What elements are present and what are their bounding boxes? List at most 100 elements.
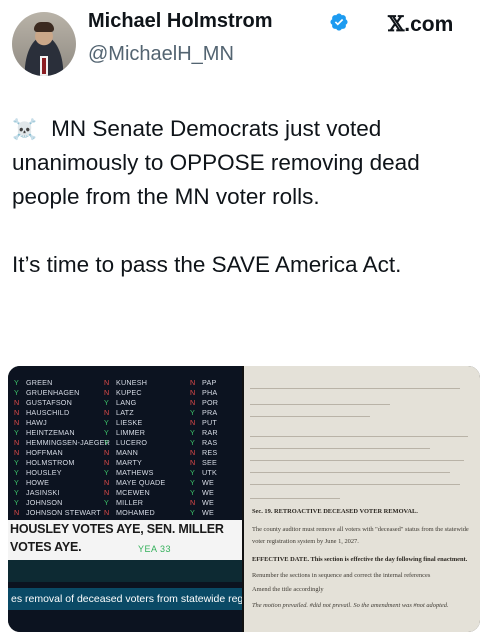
tweet-media[interactable]: Y GREEN Y GRUENHAGEN N GUSTAFSON N HAUSCHILD N HA…: [8, 366, 480, 632]
vote-mark: Y: [190, 488, 195, 497]
doc-line-2: The county auditor must remove all voter…: [252, 526, 469, 533]
vote-row: Y RAR: [190, 428, 218, 438]
vote-row: N HOFFMAN: [14, 448, 110, 458]
senator-name: SEE: [202, 458, 217, 467]
senator-name: HAUSCHILD: [26, 408, 70, 417]
senator-name: PUT: [202, 418, 217, 427]
vote-column-3: N PAP N PHA N POR Y PRA N PUT Y RAR Y RAS N RES N SEE Y UTK…: [190, 378, 218, 538]
vote-row: Y LIMMER: [104, 428, 165, 438]
senator-name: LANG: [116, 398, 137, 407]
vote-row: Y LIESKE: [104, 418, 165, 428]
senator-name: LIMMER: [116, 428, 146, 437]
x-logo: 𝕏.com: [388, 11, 453, 37]
doc-rule: [250, 388, 460, 389]
vote-row: Y HEINTZEMAN: [14, 428, 110, 438]
vote-row: Y MATHEWS: [104, 468, 165, 478]
vote-row: N SEE: [190, 458, 218, 468]
vote-mark: N: [190, 378, 196, 387]
vote-row: N PHA: [190, 388, 218, 398]
senator-name: HOWE: [26, 478, 50, 487]
vote-mark: Y: [190, 508, 195, 517]
senator-name: RAS: [202, 438, 218, 447]
senator-name: POR: [202, 398, 219, 407]
doc-rule: [250, 416, 370, 417]
vote-mark: N: [190, 448, 196, 457]
vote-mark: Y: [14, 458, 19, 467]
amendment-document-image[interactable]: Sec. 19. RETROACTIVE DECEASED VOTER REMO…: [244, 366, 480, 632]
vote-mark: N: [14, 408, 20, 417]
vote-mark: Y: [14, 488, 19, 497]
vote-row: N WE: [190, 498, 218, 508]
doc-rule: [250, 484, 460, 485]
vote-row: Y WE: [190, 488, 218, 498]
senator-name: KUNESH: [116, 378, 148, 387]
senator-name: GUSTAFSON: [26, 398, 72, 407]
vote-row: Y UTK: [190, 468, 218, 478]
vote-mark: Y: [14, 478, 19, 487]
tweet-paragraph-1-text: MN Senate Democrats just voted unanimous…: [12, 116, 420, 209]
x-glyph-icon: 𝕏: [388, 11, 405, 36]
vote-mark: N: [14, 398, 20, 407]
caption-line-1: HOUSLEY VOTES AYE, SEN. MILLER: [10, 522, 224, 536]
vote-mark: Y: [190, 478, 195, 487]
senator-name: PRA: [202, 408, 218, 417]
senator-name: RAR: [202, 428, 218, 437]
vote-mark: N: [14, 438, 20, 447]
vote-mark: Y: [104, 418, 109, 427]
avatar[interactable]: [12, 12, 76, 76]
senator-name: RES: [202, 448, 218, 457]
vote-row: N MOHAMED: [104, 508, 165, 518]
vote-row: Y HOLMSTROM: [14, 458, 110, 468]
senator-name: LATZ: [116, 408, 134, 417]
vote-mark: N: [190, 388, 196, 397]
senator-name: HOUSLEY: [26, 468, 62, 477]
senator-name: MILLER: [116, 498, 144, 507]
doc-line-5: Renumber the sections in sequence and co…: [252, 572, 431, 579]
vote-row: N PUT: [190, 418, 218, 428]
caption-line-2: VOTES AYE.: [10, 540, 82, 554]
senator-name: WE: [202, 488, 214, 497]
vote-mark: N: [190, 498, 196, 507]
senator-name: HEINTZEMAN: [26, 428, 75, 437]
author-handle[interactable]: @MichaelH_MN: [88, 43, 234, 66]
vote-row: N KUNESH: [104, 378, 165, 388]
vote-row: N MARTY: [104, 458, 165, 468]
doc-line-6: Amend the title accordingly: [252, 586, 324, 593]
vote-row: N LATZ: [104, 408, 165, 418]
vote-mark: Y: [104, 468, 109, 477]
vote-mark: Y: [104, 498, 109, 507]
vote-row: Y HOWE: [14, 478, 110, 488]
senator-name: MOHAMED: [116, 508, 155, 517]
vote-mark: N: [190, 398, 196, 407]
verified-badge-icon: [330, 13, 348, 31]
vote-row: Y GREEN: [14, 378, 110, 388]
yea-tally: YEA 33: [138, 544, 172, 554]
broadcast-caption: HOUSLEY VOTES AYE, SEN. MILLER VOTES AYE…: [8, 520, 242, 560]
senator-name: HOFFMAN: [26, 448, 63, 457]
vote-row: N MANN: [104, 448, 165, 458]
avatar-tie: [42, 58, 46, 74]
vote-mark: N: [104, 378, 110, 387]
senator-name: MATHEWS: [116, 468, 154, 477]
tweet-header: Michael Holmstrom @MichaelH_MN 𝕏.com: [0, 0, 487, 88]
vote-mark: N: [14, 448, 20, 457]
vote-board-image[interactable]: Y GREEN Y GRUENHAGEN N GUSTAFSON N HAUSCHILD N HA…: [8, 366, 242, 632]
vote-mark: N: [104, 458, 110, 467]
vote-row: N POR: [190, 398, 218, 408]
vote-column-1: Y GREEN Y GRUENHAGEN N GUSTAFSON N HAUSCHILD N HA…: [14, 378, 110, 538]
vote-row: Y JOHNSON: [14, 498, 110, 508]
vote-mark: N: [190, 458, 196, 467]
vote-mark: Y: [104, 398, 109, 407]
senator-name: UTK: [202, 468, 217, 477]
doc-rule: [250, 404, 390, 405]
senator-name: MAYE QUADE: [116, 478, 166, 487]
vote-mark: Y: [190, 468, 195, 477]
senator-name: LIESKE: [116, 418, 143, 427]
vote-mark: Y: [14, 388, 19, 397]
vote-mark: Y: [104, 438, 109, 447]
doc-rule: [250, 460, 464, 461]
vote-mark: Y: [190, 408, 195, 417]
vote-row: N GUSTAFSON: [14, 398, 110, 408]
author-name[interactable]: Michael Holmstrom: [88, 10, 272, 33]
vote-mark: N: [190, 418, 196, 427]
